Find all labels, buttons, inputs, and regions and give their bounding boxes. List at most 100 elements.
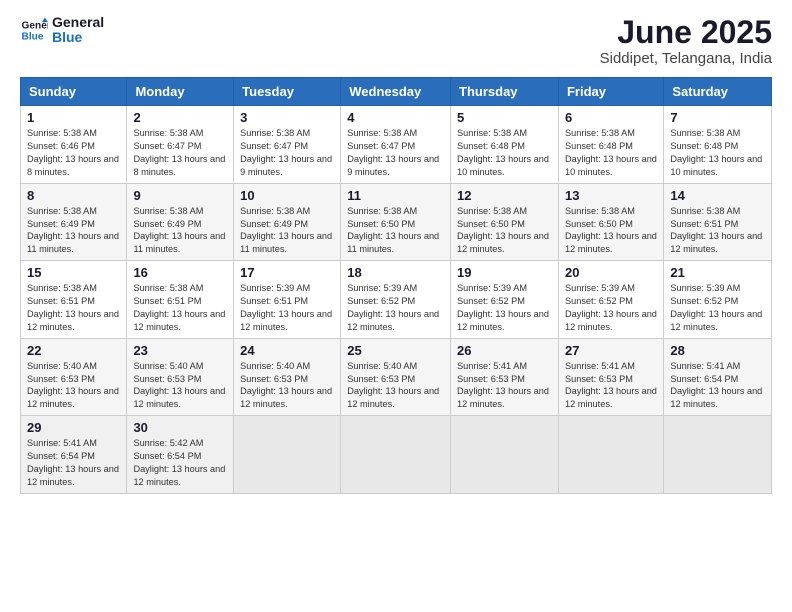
logo: General Blue General Blue bbox=[20, 15, 104, 46]
day-content: Sunrise: 5:41 AMSunset: 6:54 PMDaylight:… bbox=[670, 360, 765, 412]
day-number: 21 bbox=[670, 265, 765, 280]
table-row: 29 Sunrise: 5:41 AMSunset: 6:54 PMDayligh… bbox=[21, 416, 127, 494]
day-number: 3 bbox=[240, 110, 334, 125]
table-row: 6 Sunrise: 5:38 AMSunset: 6:48 PMDaylight… bbox=[558, 106, 663, 184]
day-content: Sunrise: 5:40 AMSunset: 6:53 PMDaylight:… bbox=[240, 360, 334, 412]
day-number: 8 bbox=[27, 188, 120, 203]
table-row: 5 Sunrise: 5:38 AMSunset: 6:48 PMDaylight… bbox=[451, 106, 559, 184]
day-content: Sunrise: 5:39 AMSunset: 6:52 PMDaylight:… bbox=[670, 282, 765, 334]
day-number: 11 bbox=[347, 188, 444, 203]
day-content: Sunrise: 5:41 AMSunset: 6:54 PMDaylight:… bbox=[27, 437, 120, 489]
day-content: Sunrise: 5:40 AMSunset: 6:53 PMDaylight:… bbox=[133, 360, 227, 412]
day-number: 15 bbox=[27, 265, 120, 280]
day-content: Sunrise: 5:40 AMSunset: 6:53 PMDaylight:… bbox=[347, 360, 444, 412]
calendar-table: Sunday Monday Tuesday Wednesday Thursday… bbox=[20, 77, 772, 494]
day-content: Sunrise: 5:39 AMSunset: 6:52 PMDaylight:… bbox=[347, 282, 444, 334]
header-thursday: Thursday bbox=[451, 78, 559, 106]
day-content: Sunrise: 5:39 AMSunset: 6:51 PMDaylight:… bbox=[240, 282, 334, 334]
header-monday: Monday bbox=[127, 78, 234, 106]
table-row: 13 Sunrise: 5:38 AMSunset: 6:50 PMDayligh… bbox=[558, 183, 663, 261]
day-number: 10 bbox=[240, 188, 334, 203]
day-number: 19 bbox=[457, 265, 552, 280]
svg-text:Blue: Blue bbox=[22, 32, 44, 43]
day-content: Sunrise: 5:38 AMSunset: 6:50 PMDaylight:… bbox=[347, 205, 444, 257]
table-row: 12 Sunrise: 5:38 AMSunset: 6:50 PMDayligh… bbox=[451, 183, 559, 261]
day-content: Sunrise: 5:38 AMSunset: 6:49 PMDaylight:… bbox=[27, 205, 120, 257]
day-content: Sunrise: 5:41 AMSunset: 6:53 PMDaylight:… bbox=[565, 360, 657, 412]
header-tuesday: Tuesday bbox=[234, 78, 341, 106]
day-number: 16 bbox=[133, 265, 227, 280]
day-content: Sunrise: 5:38 AMSunset: 6:50 PMDaylight:… bbox=[565, 205, 657, 257]
header-saturday: Saturday bbox=[664, 78, 772, 106]
header-wednesday: Wednesday bbox=[341, 78, 451, 106]
table-row: 3Sunrise: 5:38 AMSunset: 6:47 PMDaylight… bbox=[234, 106, 341, 184]
calendar-header-row: Sunday Monday Tuesday Wednesday Thursday… bbox=[21, 78, 772, 106]
day-number: 9 bbox=[133, 188, 227, 203]
header: General Blue General Blue June 2025 Sidd… bbox=[20, 15, 772, 67]
table-row bbox=[664, 416, 772, 494]
table-row: 15 Sunrise: 5:38 AMSunset: 6:51 PMDayligh… bbox=[21, 261, 127, 339]
day-number: 12 bbox=[457, 188, 552, 203]
table-row: 4 Sunrise: 5:38 AMSunset: 6:47 PMDaylight… bbox=[341, 106, 451, 184]
table-row: 19 Sunrise: 5:39 AMSunset: 6:52 PMDayligh… bbox=[451, 261, 559, 339]
day-number: 18 bbox=[347, 265, 444, 280]
day-content: Sunrise: 5:39 AMSunset: 6:52 PMDaylight:… bbox=[457, 282, 552, 334]
day-content: Sunrise: 5:39 AMSunset: 6:52 PMDaylight:… bbox=[565, 282, 657, 334]
table-row: 16 Sunrise: 5:38 AMSunset: 6:51 PMDayligh… bbox=[127, 261, 234, 339]
day-number: 23 bbox=[133, 343, 227, 358]
day-content: Sunrise: 5:38 AMSunset: 6:49 PMDaylight:… bbox=[133, 205, 227, 257]
table-row: 23 Sunrise: 5:40 AMSunset: 6:53 PMDayligh… bbox=[127, 338, 234, 416]
table-row: 8 Sunrise: 5:38 AMSunset: 6:49 PMDaylight… bbox=[21, 183, 127, 261]
day-content: Sunrise: 5:38 AMSunset: 6:49 PMDaylight:… bbox=[240, 205, 334, 257]
logo-general: General bbox=[52, 15, 104, 30]
table-row bbox=[234, 416, 341, 494]
table-row: 27 Sunrise: 5:41 AMSunset: 6:53 PMDayligh… bbox=[558, 338, 663, 416]
day-number: 27 bbox=[565, 343, 657, 358]
subtitle: Siddipet, Telangana, India bbox=[600, 50, 772, 67]
day-number: 2 bbox=[133, 110, 227, 125]
table-row bbox=[558, 416, 663, 494]
table-row: 1Sunrise: 5:38 AMSunset: 6:46 PMDaylight… bbox=[21, 106, 127, 184]
calendar-week-row: 15 Sunrise: 5:38 AMSunset: 6:51 PMDayligh… bbox=[21, 261, 772, 339]
table-row bbox=[451, 416, 559, 494]
table-row: 11 Sunrise: 5:38 AMSunset: 6:50 PMDayligh… bbox=[341, 183, 451, 261]
logo-blue: Blue bbox=[52, 30, 104, 45]
table-row: 14 Sunrise: 5:38 AMSunset: 6:51 PMDayligh… bbox=[664, 183, 772, 261]
day-number: 22 bbox=[27, 343, 120, 358]
day-content: Sunrise: 5:38 AMSunset: 6:51 PMDaylight:… bbox=[133, 282, 227, 334]
day-number: 6 bbox=[565, 110, 657, 125]
day-number: 29 bbox=[27, 420, 120, 435]
table-row: 7Sunrise: 5:38 AMSunset: 6:48 PMDaylight… bbox=[664, 106, 772, 184]
day-number: 24 bbox=[240, 343, 334, 358]
day-content: Sunrise: 5:40 AMSunset: 6:53 PMDaylight:… bbox=[27, 360, 120, 412]
table-row: 17 Sunrise: 5:39 AMSunset: 6:51 PMDayligh… bbox=[234, 261, 341, 339]
day-content: Sunrise: 5:38 AMSunset: 6:51 PMDaylight:… bbox=[27, 282, 120, 334]
table-row: 2Sunrise: 5:38 AMSunset: 6:47 PMDaylight… bbox=[127, 106, 234, 184]
table-row: 20Sunrise: 5:39 AMSunset: 6:52 PMDayligh… bbox=[558, 261, 663, 339]
day-number: 14 bbox=[670, 188, 765, 203]
day-content: Sunrise: 5:38 AMSunset: 6:48 PMDaylight:… bbox=[457, 127, 552, 179]
day-number: 7 bbox=[670, 110, 765, 125]
day-content: Sunrise: 5:38 AMSunset: 6:51 PMDaylight:… bbox=[670, 205, 765, 257]
day-number: 26 bbox=[457, 343, 552, 358]
day-content: Sunrise: 5:41 AMSunset: 6:53 PMDaylight:… bbox=[457, 360, 552, 412]
table-row: 18 Sunrise: 5:39 AMSunset: 6:52 PMDayligh… bbox=[341, 261, 451, 339]
day-number: 17 bbox=[240, 265, 334, 280]
header-sunday: Sunday bbox=[21, 78, 127, 106]
table-row: 28 Sunrise: 5:41 AMSunset: 6:54 PMDayligh… bbox=[664, 338, 772, 416]
calendar-week-row: 8 Sunrise: 5:38 AMSunset: 6:49 PMDaylight… bbox=[21, 183, 772, 261]
day-number: 13 bbox=[565, 188, 657, 203]
day-content: Sunrise: 5:42 AMSunset: 6:54 PMDaylight:… bbox=[133, 437, 227, 489]
day-content: Sunrise: 5:38 AMSunset: 6:50 PMDaylight:… bbox=[457, 205, 552, 257]
table-row bbox=[341, 416, 451, 494]
title-block: June 2025 Siddipet, Telangana, India bbox=[600, 15, 772, 67]
day-number: 4 bbox=[347, 110, 444, 125]
day-number: 5 bbox=[457, 110, 552, 125]
day-number: 28 bbox=[670, 343, 765, 358]
day-content: Sunrise: 5:38 AMSunset: 6:48 PMDaylight:… bbox=[565, 127, 657, 179]
day-content: Sunrise: 5:38 AMSunset: 6:47 PMDaylight:… bbox=[347, 127, 444, 179]
header-friday: Friday bbox=[558, 78, 663, 106]
page: General Blue General Blue June 2025 Sidd… bbox=[0, 0, 792, 612]
calendar-week-row: 1Sunrise: 5:38 AMSunset: 6:46 PMDaylight… bbox=[21, 106, 772, 184]
calendar-week-row: 29 Sunrise: 5:41 AMSunset: 6:54 PMDayligh… bbox=[21, 416, 772, 494]
